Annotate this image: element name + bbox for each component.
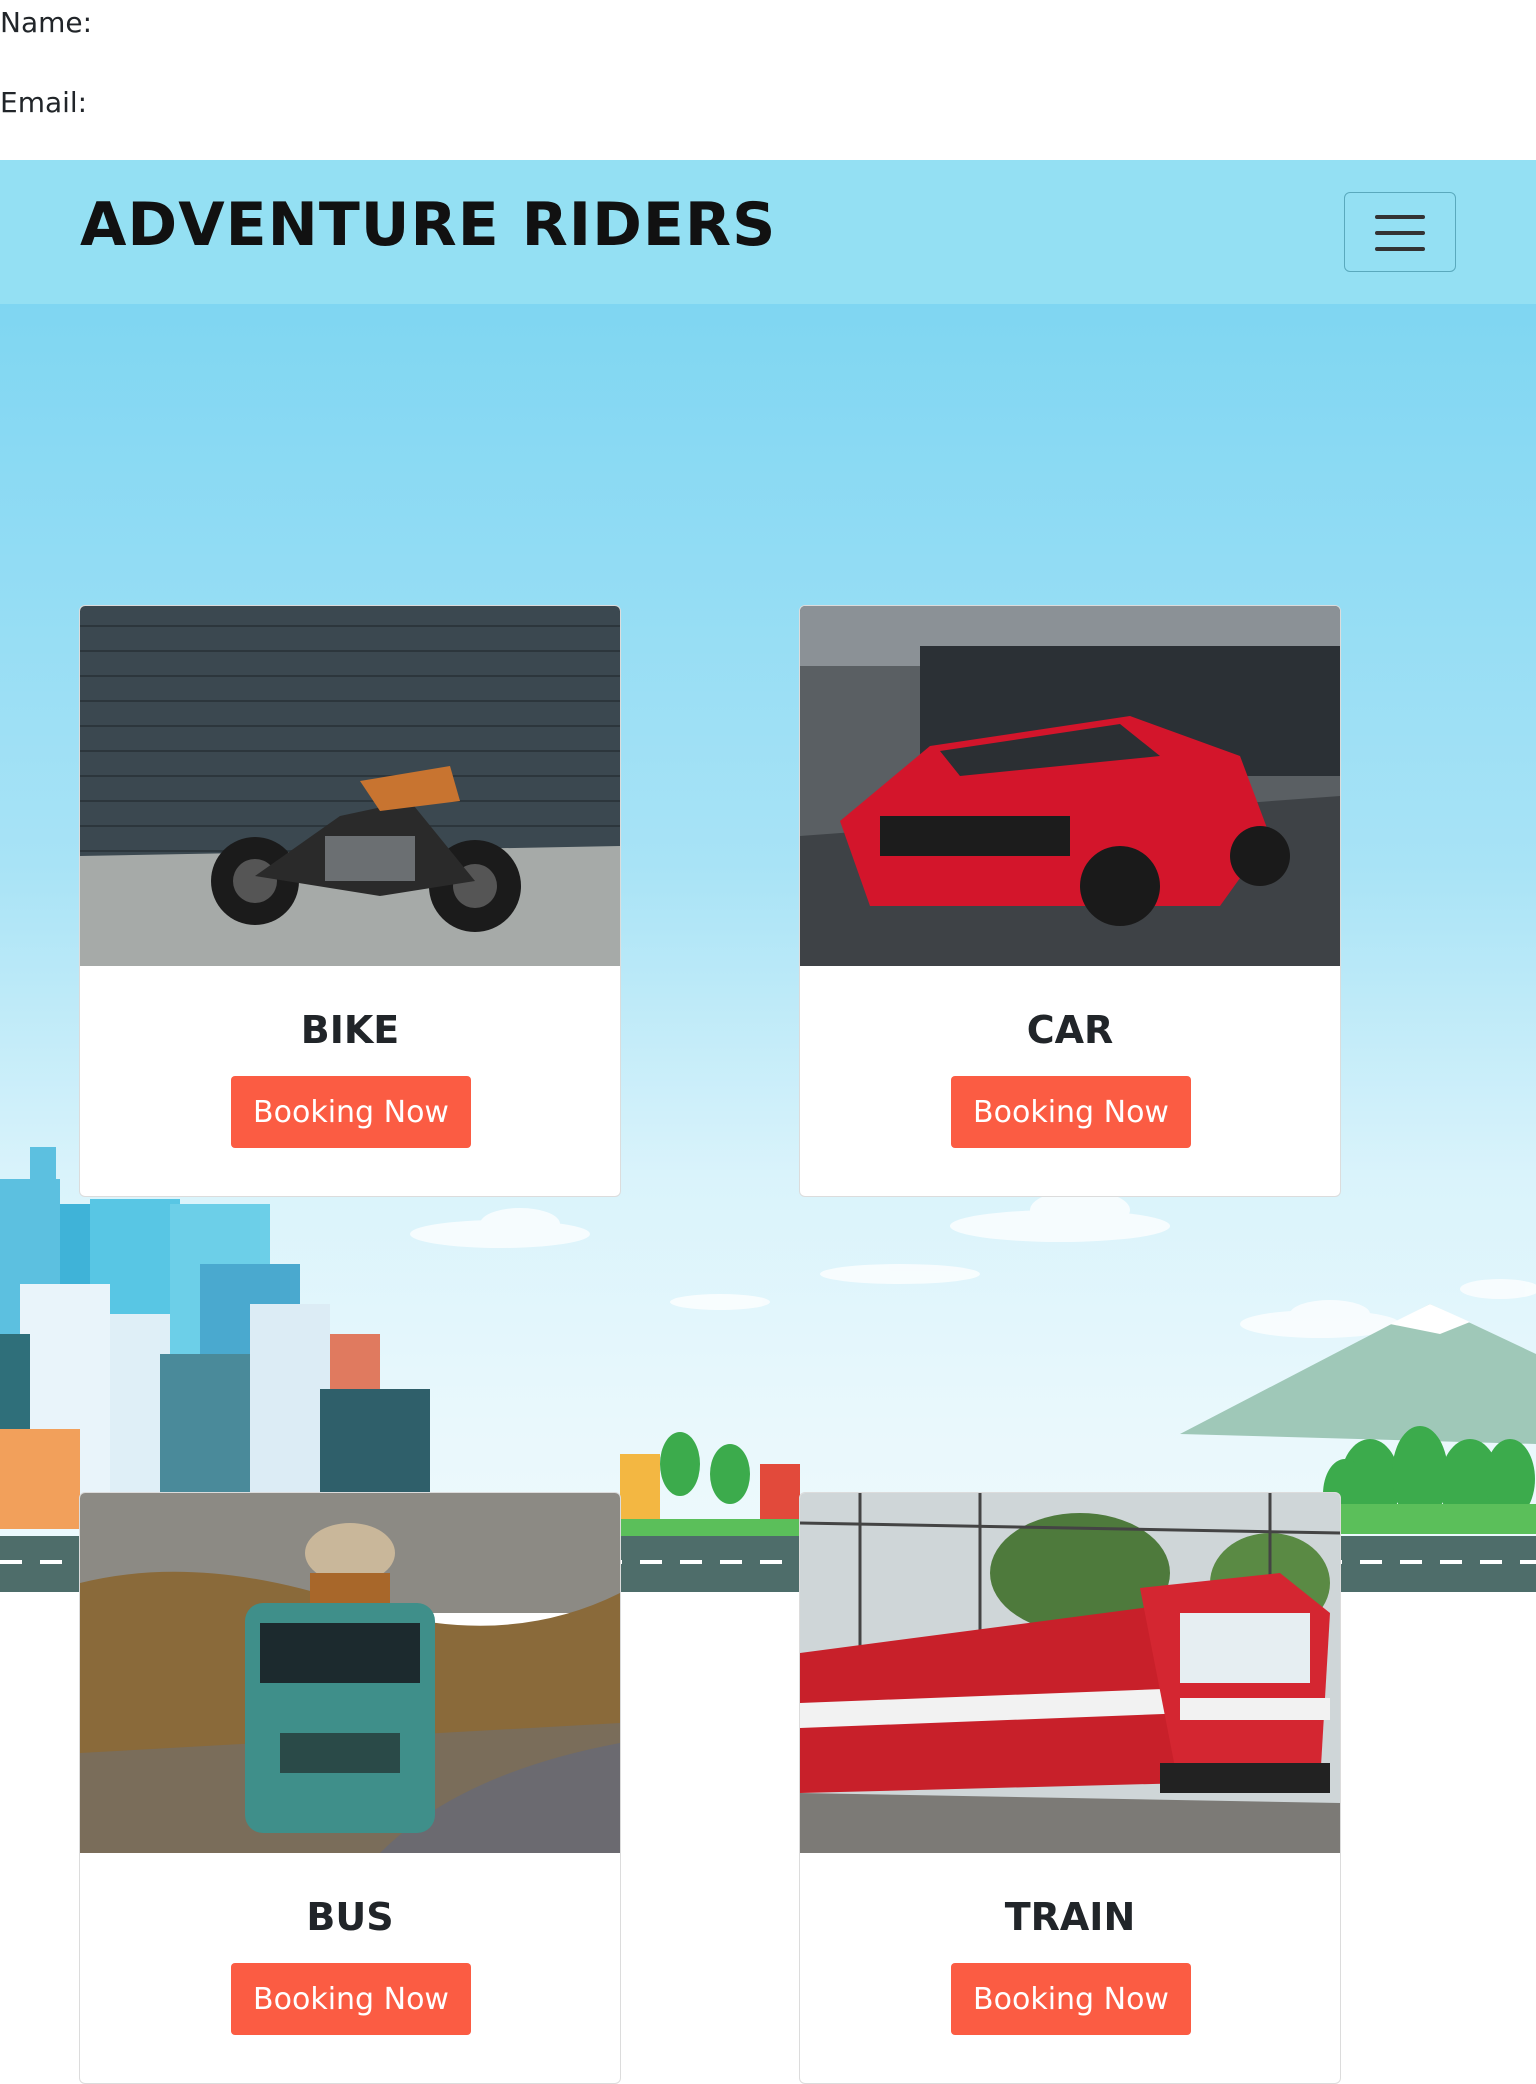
card-title: TRAIN <box>1004 1895 1136 1939</box>
card-title: BUS <box>306 1895 394 1939</box>
card-title: CAR <box>1026 1008 1114 1052</box>
vehicle-card-bike: BIKE Booking Now <box>79 605 621 1197</box>
booking-now-button[interactable]: Booking Now <box>951 1076 1191 1148</box>
red-train-photo <box>800 1493 1340 1853</box>
booking-now-button[interactable]: Booking Now <box>951 1963 1191 2035</box>
navbar: ADVENTURE RIDERS <box>0 160 1536 304</box>
red-sports-car-photo <box>800 606 1340 966</box>
menu-toggle-button[interactable] <box>1344 192 1456 272</box>
vehicle-card-car: CAR Booking Now <box>799 605 1341 1197</box>
brand-title[interactable]: ADVENTURE RIDERS <box>80 190 776 260</box>
booking-now-button[interactable]: Booking Now <box>231 1963 471 2035</box>
card-title: BIKE <box>300 1008 400 1052</box>
motorcycle-photo <box>80 606 620 966</box>
vehicle-card-bus: BUS Booking Now <box>79 1492 621 2084</box>
hamburger-icon-bar <box>1375 231 1425 235</box>
email-label: Email: <box>0 86 88 119</box>
vintage-bus-photo <box>80 1493 620 1853</box>
hamburger-icon-bar <box>1375 247 1425 251</box>
booking-now-button[interactable]: Booking Now <box>231 1076 471 1148</box>
user-info-form: Name: Email: <box>0 0 1536 160</box>
hamburger-icon <box>1375 215 1425 219</box>
name-label: Name: <box>0 6 93 39</box>
vehicle-card-train: TRAIN Booking Now <box>799 1492 1341 2084</box>
